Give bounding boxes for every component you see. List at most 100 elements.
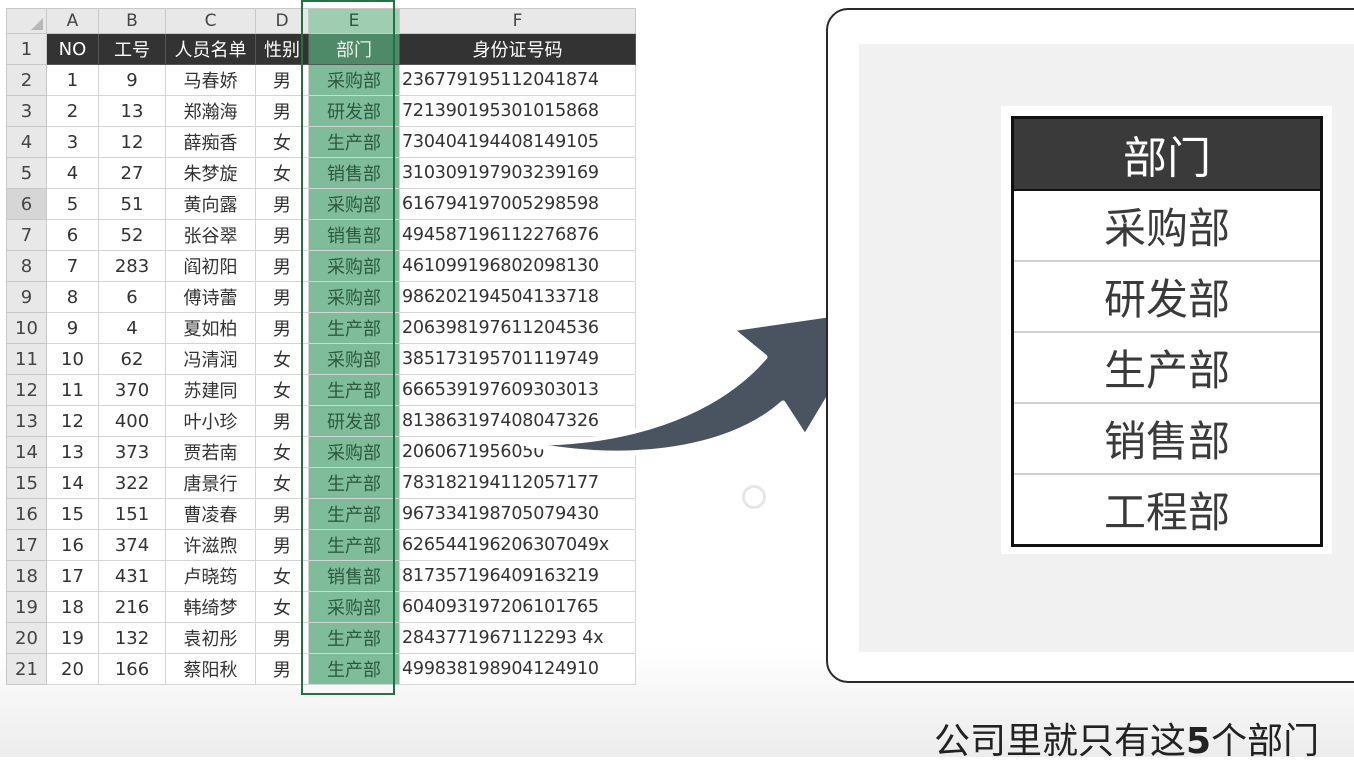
table-cell[interactable]: 傅诗蕾 xyxy=(165,281,256,313)
table-cell[interactable]: 唐景行 xyxy=(165,467,256,499)
table-cell[interactable]: 采购部 xyxy=(308,591,400,623)
table-cell[interactable]: 女 xyxy=(255,374,309,406)
row-number[interactable]: 5 xyxy=(6,157,47,189)
table-cell[interactable]: 女 xyxy=(255,436,309,468)
table-cell[interactable]: 27 xyxy=(98,157,166,189)
table-cell[interactable]: 贾若南 xyxy=(165,436,256,468)
row-number[interactable]: 6 xyxy=(6,188,47,220)
row-number[interactable]: 19 xyxy=(6,591,47,623)
table-cell[interactable]: 生产部 xyxy=(308,126,400,158)
row-number[interactable]: 4 xyxy=(6,126,47,158)
table-cell[interactable]: 生产部 xyxy=(308,622,400,654)
column-header-e[interactable]: E xyxy=(308,8,400,34)
table-cell[interactable]: 151 xyxy=(98,498,166,530)
table-cell[interactable]: 19 xyxy=(46,622,99,654)
table-cell[interactable]: 采购部 xyxy=(308,343,400,375)
table-cell[interactable]: 生产部 xyxy=(308,374,400,406)
table-cell[interactable]: 女 xyxy=(255,560,309,592)
table-cell[interactable]: 721390195301015868 xyxy=(399,95,636,127)
table-cell[interactable]: 626544196206307049x xyxy=(399,529,636,561)
table-cell[interactable]: 男 xyxy=(255,653,309,685)
header-cell[interactable]: NO xyxy=(46,33,99,65)
table-cell[interactable]: 销售部 xyxy=(308,560,400,592)
table-cell[interactable]: 男 xyxy=(255,95,309,127)
table-cell[interactable]: 20 xyxy=(46,653,99,685)
row-number[interactable]: 20 xyxy=(6,622,47,654)
table-cell[interactable]: 阎初阳 xyxy=(165,250,256,282)
table-cell[interactable]: 许滋煦 xyxy=(165,529,256,561)
table-cell[interactable]: 男 xyxy=(255,281,309,313)
table-cell[interactable]: 2 xyxy=(46,95,99,127)
table-cell[interactable]: 8 xyxy=(46,281,99,313)
table-cell[interactable]: 研发部 xyxy=(308,405,400,437)
header-cell[interactable]: 工号 xyxy=(98,33,166,65)
row-number[interactable]: 1 xyxy=(6,33,47,65)
table-cell[interactable]: 604093197206101765 xyxy=(399,591,636,623)
table-cell[interactable]: 男 xyxy=(255,405,309,437)
table-cell[interactable]: 499838198904124910 xyxy=(399,653,636,685)
table-cell[interactable]: 461099196802098130 xyxy=(399,250,636,282)
table-cell[interactable]: 女 xyxy=(255,126,309,158)
table-cell[interactable]: 7 xyxy=(46,250,99,282)
table-cell[interactable]: 销售部 xyxy=(308,219,400,251)
table-cell[interactable]: 男 xyxy=(255,64,309,96)
row-number[interactable]: 16 xyxy=(6,498,47,530)
table-cell[interactable]: 132 xyxy=(98,622,166,654)
column-header-a[interactable]: A xyxy=(46,8,99,34)
table-cell[interactable]: 男 xyxy=(255,188,309,220)
table-cell[interactable]: 62 xyxy=(98,343,166,375)
table-cell[interactable]: 男 xyxy=(255,250,309,282)
table-cell[interactable]: 3 xyxy=(46,126,99,158)
table-cell[interactable]: 2843771967112293 4x xyxy=(399,622,636,654)
table-cell[interactable]: 生产部 xyxy=(308,653,400,685)
table-cell[interactable]: 夏如柏 xyxy=(165,312,256,344)
select-all-corner[interactable] xyxy=(6,8,47,34)
column-header-c[interactable]: C xyxy=(165,8,256,34)
table-cell[interactable]: 236779195112041874 xyxy=(399,64,636,96)
table-cell[interactable]: 销售部 xyxy=(308,157,400,189)
table-cell[interactable]: 9 xyxy=(98,64,166,96)
table-cell[interactable]: 322 xyxy=(98,467,166,499)
table-cell[interactable]: 14 xyxy=(46,467,99,499)
table-cell[interactable]: 6 xyxy=(46,219,99,251)
table-cell[interactable]: 52 xyxy=(98,219,166,251)
table-cell[interactable]: 166 xyxy=(98,653,166,685)
table-cell[interactable]: 黄向露 xyxy=(165,188,256,220)
table-cell[interactable]: 12 xyxy=(46,405,99,437)
row-number[interactable]: 2 xyxy=(6,64,47,96)
table-cell[interactable]: 51 xyxy=(98,188,166,220)
table-cell[interactable]: 5 xyxy=(46,188,99,220)
row-number[interactable]: 14 xyxy=(6,436,47,468)
row-number[interactable]: 7 xyxy=(6,219,47,251)
table-cell[interactable]: 采购部 xyxy=(308,64,400,96)
table-cell[interactable]: 12 xyxy=(98,126,166,158)
table-cell[interactable]: 1 xyxy=(46,64,99,96)
table-cell[interactable]: 男 xyxy=(255,498,309,530)
header-cell[interactable]: 性别 xyxy=(255,33,309,65)
row-number[interactable]: 13 xyxy=(6,405,47,437)
table-cell[interactable]: 张谷翠 xyxy=(165,219,256,251)
table-cell[interactable]: 男 xyxy=(255,312,309,344)
table-cell[interactable]: 卢晓筠 xyxy=(165,560,256,592)
row-number[interactable]: 10 xyxy=(6,312,47,344)
table-cell[interactable]: 400 xyxy=(98,405,166,437)
table-cell[interactable]: 朱梦旋 xyxy=(165,157,256,189)
table-cell[interactable]: 女 xyxy=(255,467,309,499)
table-cell[interactable]: 370 xyxy=(98,374,166,406)
table-cell[interactable]: 薛痴香 xyxy=(165,126,256,158)
table-cell[interactable]: 18 xyxy=(46,591,99,623)
table-cell[interactable]: 女 xyxy=(255,157,309,189)
table-cell[interactable]: 967334198705079430 xyxy=(399,498,636,530)
table-cell[interactable]: 373 xyxy=(98,436,166,468)
table-cell[interactable]: 431 xyxy=(98,560,166,592)
table-cell[interactable]: 4 xyxy=(98,312,166,344)
table-cell[interactable]: 男 xyxy=(255,219,309,251)
row-number[interactable]: 3 xyxy=(6,95,47,127)
table-cell[interactable]: 374 xyxy=(98,529,166,561)
table-cell[interactable]: 216 xyxy=(98,591,166,623)
table-cell[interactable]: 817357196409163219 xyxy=(399,560,636,592)
table-cell[interactable]: 283 xyxy=(98,250,166,282)
table-cell[interactable]: 9 xyxy=(46,312,99,344)
table-cell[interactable]: 女 xyxy=(255,591,309,623)
table-cell[interactable]: 采购部 xyxy=(308,436,400,468)
